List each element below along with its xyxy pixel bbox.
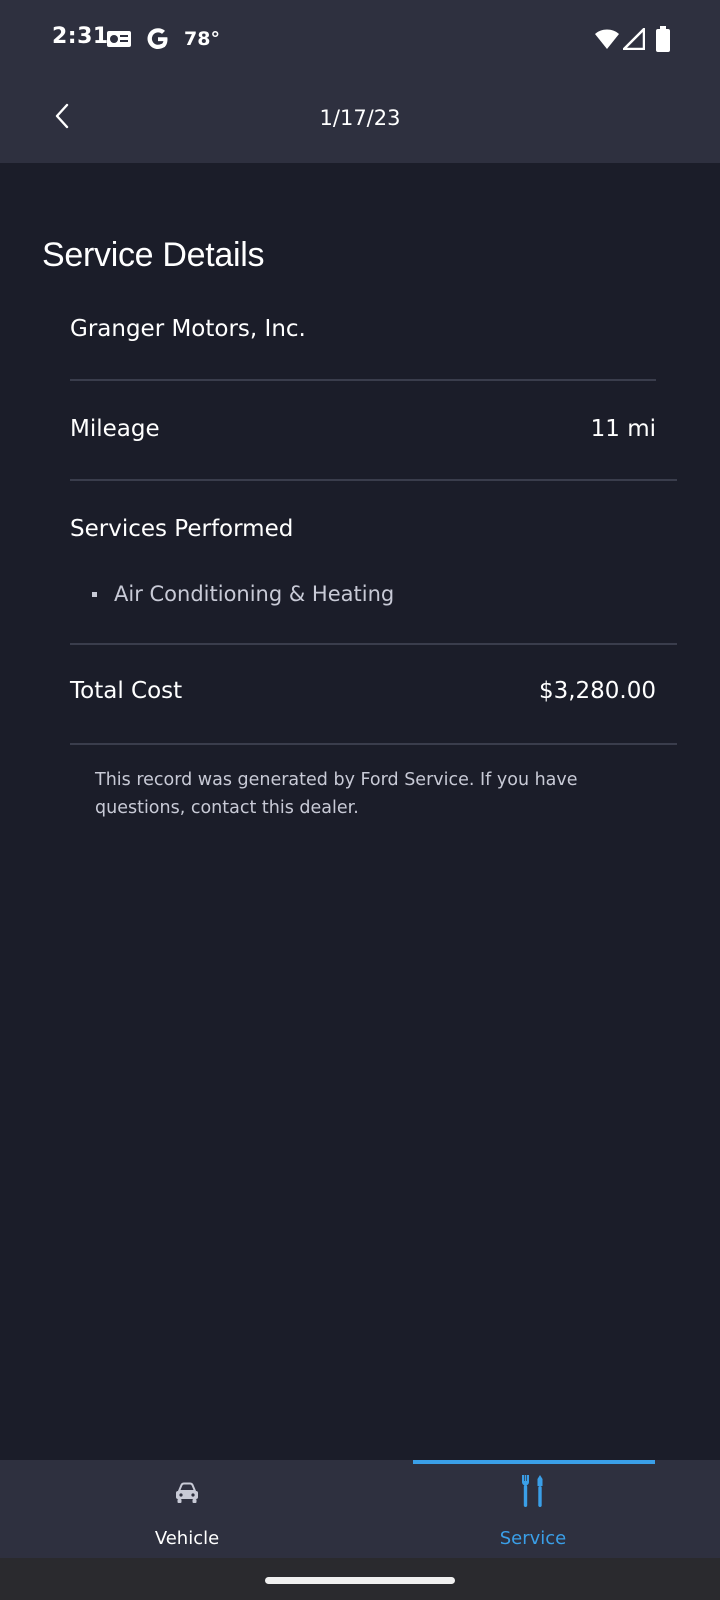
total-cost-value: $3,280.00 [538,678,656,704]
tab-service[interactable]: Service [353,1460,713,1558]
footnote: This record was generated by Ford Servic… [95,770,578,818]
system-navigation-bar [0,1558,720,1600]
cellular-signal-icon [622,27,646,54]
home-handle[interactable] [265,1577,455,1584]
battery-icon [656,26,670,56]
status-time: 2:31 [52,24,109,49]
status-temperature: 78° [184,28,220,50]
divider [70,479,677,481]
divider [70,643,677,645]
tab-service-label: Service [499,1528,567,1549]
bullet-icon [92,592,97,597]
status-bar: 2:31 78° [0,0,720,80]
total-cost-label: Total Cost [70,678,183,704]
app-header: 1/17/23 [0,80,720,163]
divider [70,743,677,745]
wifi-icon [594,28,620,54]
service-item-label: Air Conditioning & Heating [114,582,395,606]
car-icon [174,1482,200,1508]
services-performed-label: Services Performed [70,516,294,542]
top-area: 2:31 78° 1/17/23 [0,0,720,163]
google-g-icon [146,26,170,56]
tools-icon [519,1473,547,1513]
list-item: Air Conditioning & Heating [88,580,394,608]
bottom-nav: Vehicle Service [0,1460,720,1558]
dealer-name: Granger Motors, Inc. [70,316,306,342]
mileage-value: 11 mi [590,416,656,442]
header-title: 1/17/23 [319,106,401,130]
tab-vehicle[interactable]: Vehicle [7,1460,367,1558]
tab-vehicle-label: Vehicle [154,1528,220,1549]
mileage-label: Mileage [70,416,160,442]
divider [70,379,656,381]
notification-card-icon [106,29,132,53]
services-list: Air Conditioning & Heating [88,580,394,608]
page-title: Service Details [42,236,265,274]
